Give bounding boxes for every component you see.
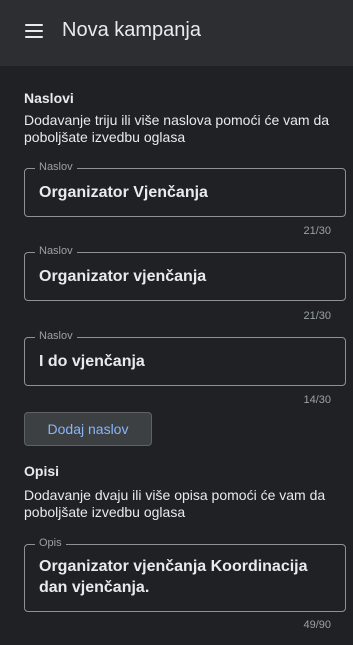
description-field-1[interactable]: Opis Organizator vjenčanja Koordinacija …: [24, 537, 346, 612]
headline-field-value[interactable]: Organizator vjenčanja: [39, 266, 206, 287]
headline-field-2[interactable]: Naslov Organizator vjenčanja: [24, 245, 346, 301]
headline-char-counter: 21/30: [303, 310, 331, 322]
add-headline-button[interactable]: Dodaj naslov: [24, 412, 152, 446]
headline-field-value[interactable]: Organizator Vjenčanja: [39, 182, 208, 203]
headline-field-1[interactable]: Naslov Organizator Vjenčanja: [24, 161, 346, 217]
headline-field-label: Naslov: [35, 330, 77, 342]
headlines-section-title: Naslovi: [24, 90, 74, 106]
campaign-form: Naslovi Dodavanje triju ili više naslova…: [0, 66, 353, 645]
menu-icon[interactable]: [25, 24, 45, 40]
descriptions-section-title: Opisi: [24, 463, 60, 479]
headline-field-3[interactable]: Naslov I do vjenčanja: [24, 330, 346, 386]
headline-field-label: Naslov: [35, 245, 77, 257]
headline-field-label: Naslov: [35, 161, 77, 173]
description-field-value[interactable]: Organizator vjenčanja Koordinacija dan v…: [39, 556, 335, 598]
headline-field-value[interactable]: I do vjenčanja: [39, 351, 145, 372]
page-title: Nova kampanja: [62, 19, 201, 41]
headline-char-counter: 21/30: [303, 225, 331, 237]
description-field-label: Opis: [35, 537, 66, 549]
headlines-section-description: Dodavanje triju ili više naslova pomoći …: [24, 112, 330, 145]
app-bar: Nova kampanja: [0, 0, 353, 66]
descriptions-section-description: Dodavanje dvaju ili više opisa pomoći će…: [24, 487, 326, 520]
description-char-counter: 49/90: [303, 619, 331, 631]
headline-char-counter: 14/30: [303, 394, 331, 406]
